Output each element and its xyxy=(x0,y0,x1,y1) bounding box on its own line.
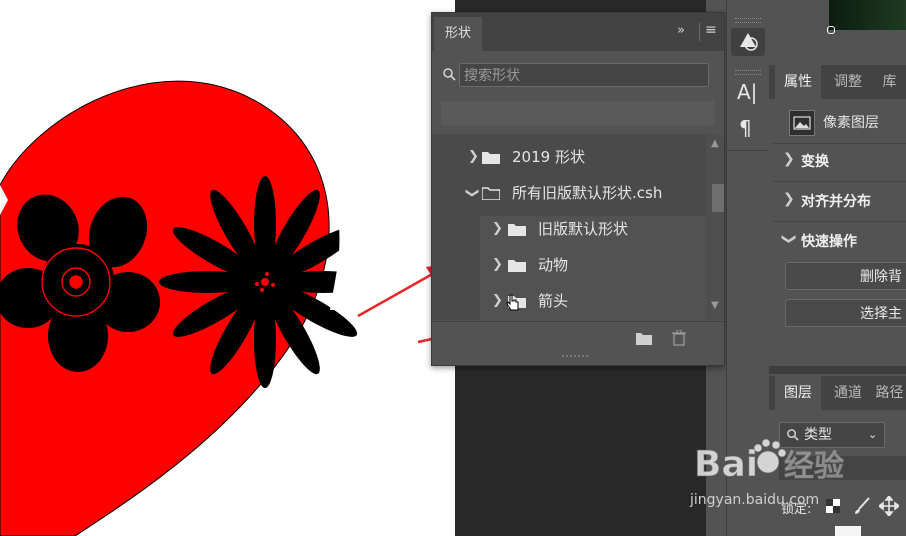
scroll-down-icon[interactable]: ▼ xyxy=(711,300,719,311)
list-item[interactable]: ❯ 动物 xyxy=(432,248,706,282)
list-item-label: 2019 形状 xyxy=(512,148,585,166)
chevron-right-icon: ❯ xyxy=(783,191,795,207)
tab-shapes[interactable]: 形状 xyxy=(434,17,482,51)
shapes-panel-button[interactable] xyxy=(731,28,765,56)
pixel-layer-icon xyxy=(789,110,815,136)
divider xyxy=(773,143,906,144)
trash-icon[interactable] xyxy=(672,330,686,346)
list-item[interactable]: ❯ 旧版默认形状 xyxy=(432,212,706,246)
color-picker-cursor xyxy=(827,26,835,34)
chevron-right-icon: ❯ xyxy=(783,151,795,167)
search-input[interactable]: 搜索形状 xyxy=(459,63,709,87)
svg-text:Bai: Bai xyxy=(694,444,758,485)
tab-libraries[interactable]: 库 xyxy=(873,65,906,99)
watermark-url: jingyan.baidu.com xyxy=(690,492,820,508)
paragraph-panel-icon[interactable]: ¶ xyxy=(739,116,752,140)
svg-text:经验: 经验 xyxy=(784,449,844,484)
select-subject-button[interactable]: 选择主 xyxy=(785,299,906,327)
chevron-right-icon: ❯ xyxy=(492,293,503,308)
watermark: Bai 经验 jingyan.baidu.com xyxy=(690,432,906,516)
tab-paths[interactable]: 路径 xyxy=(873,376,906,410)
tab-channels[interactable]: 通道 xyxy=(825,376,871,410)
shapes-panel: 形状 » ≡ 搜索形状 ❯ 2019 形状 ❯ 所有旧版默认形状.csh ❯ 旧… xyxy=(431,12,725,366)
tab-properties[interactable]: 属性 xyxy=(775,65,821,99)
list-item-label: 动物 xyxy=(538,256,569,274)
list-scrollbar[interactable]: ▲ ▼ xyxy=(706,134,724,320)
panel-separator xyxy=(769,366,906,374)
search-icon xyxy=(442,67,456,81)
shapes-icon xyxy=(740,33,758,51)
baidu-logo: Bai 经验 xyxy=(694,438,845,486)
scroll-up-icon[interactable]: ▲ xyxy=(711,138,719,149)
panel-tab-bar: 形状 » ≡ xyxy=(432,13,724,51)
folder-icon xyxy=(508,223,526,236)
panel-resize-grip[interactable] xyxy=(562,354,592,358)
document-canvas[interactable] xyxy=(0,0,455,536)
divider xyxy=(727,150,769,151)
layer-kind-label: 像素图层 xyxy=(823,115,879,131)
shapes-list: ❯ 2019 形状 ❯ 所有旧版默认形状.csh ❯ 旧版默认形状 ❯ 动物 ❯… xyxy=(432,134,724,320)
folder-icon xyxy=(508,259,526,272)
grip xyxy=(735,18,761,23)
list-item-label: 所有旧版默认形状.csh xyxy=(512,184,663,202)
divider xyxy=(699,23,700,41)
folder-icon xyxy=(482,151,500,164)
layers-tab-bar: 图层 通道 路径 xyxy=(769,376,906,410)
chevron-right-icon: ❯ xyxy=(468,149,479,164)
layer-thumbnail xyxy=(835,526,861,536)
grip xyxy=(735,70,761,75)
folder-open-icon xyxy=(482,187,500,200)
tab-layers[interactable]: 图层 xyxy=(775,376,821,410)
list-item-label: 箭头 xyxy=(538,292,569,310)
list-item[interactable]: ❯ 箭头 xyxy=(432,284,706,318)
double-chevron-right-icon[interactable]: » xyxy=(677,23,685,38)
list-item[interactable]: ❯ 2019 形状 xyxy=(432,140,706,174)
properties-tab-bar: 属性 调整 库 xyxy=(769,65,906,99)
list-item[interactable]: ❯ 所有旧版默认形状.csh xyxy=(432,176,706,210)
scroll-thumb[interactable] xyxy=(712,184,724,212)
chevron-right-icon: ❯ xyxy=(492,221,503,236)
character-panel-icon[interactable]: A| xyxy=(737,80,757,104)
color-picker-field[interactable] xyxy=(829,0,906,30)
chevron-right-icon: ❯ xyxy=(492,257,503,272)
panel-footer xyxy=(432,321,724,358)
hand-cursor-icon xyxy=(506,294,520,312)
list-item-label: 旧版默认形状 xyxy=(538,220,629,238)
heart-artwork xyxy=(0,80,455,536)
tab-adjustments[interactable]: 调整 xyxy=(825,65,871,99)
new-folder-icon[interactable] xyxy=(636,332,652,345)
chevron-down-icon: ❯ xyxy=(780,233,797,245)
shape-preview-strip xyxy=(441,101,714,125)
remove-background-button[interactable]: 删除背 xyxy=(785,262,906,290)
hamburger-menu-icon[interactable]: ≡ xyxy=(705,22,717,38)
divider xyxy=(773,221,906,222)
divider xyxy=(773,181,906,182)
